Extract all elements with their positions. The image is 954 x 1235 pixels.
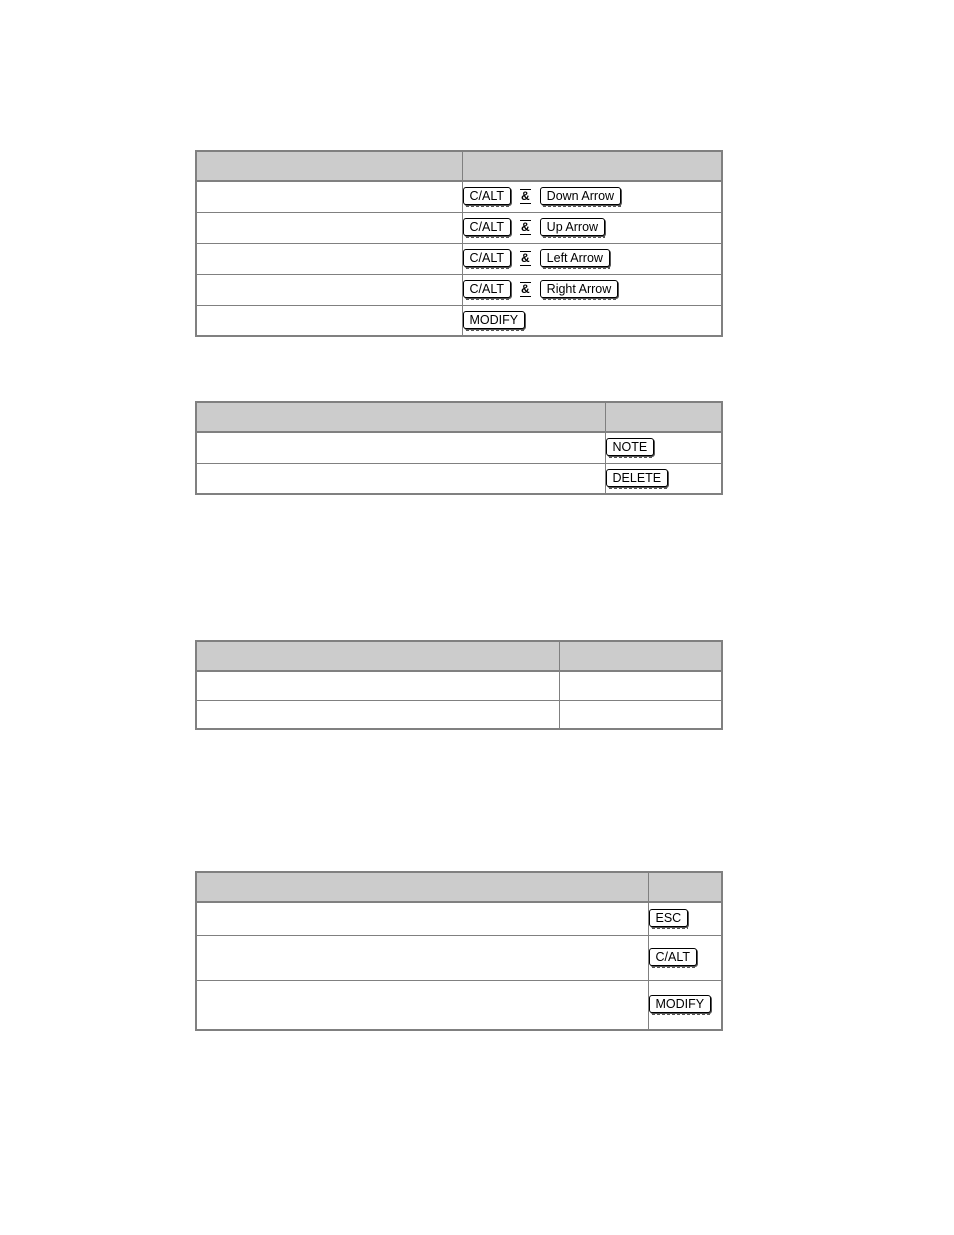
- key-sequence-cell: DELETE: [604, 462, 723, 495]
- table-row: [195, 670, 723, 701]
- table-row: NOTE: [195, 431, 723, 464]
- key-combo-separator: &: [520, 220, 531, 235]
- column-header-2: [604, 401, 723, 433]
- table-row: C/ALT & Left Arrow: [195, 242, 723, 275]
- table-header-row: [195, 871, 723, 903]
- key-sequence-cell: C/ALT: [647, 934, 723, 981]
- action-description-cell: [195, 431, 606, 464]
- keycap-up-arrow[interactable]: Up Arrow: [539, 218, 606, 238]
- key-sequence: C/ALT & Down Arrow: [462, 186, 722, 208]
- keycap-c-alt[interactable]: C/ALT: [462, 218, 511, 238]
- table-row: C/ALT & Right Arrow: [195, 273, 723, 306]
- keycap-c-alt[interactable]: C/ALT: [648, 948, 697, 968]
- keycap-c-alt[interactable]: C/ALT: [462, 187, 511, 208]
- key-sequence: C/ALT: [648, 947, 722, 968]
- action-description-cell: [195, 273, 463, 306]
- empty-shortcuts-table: [195, 640, 723, 730]
- action-description-cell: [195, 242, 463, 275]
- action-description-cell: [195, 180, 463, 213]
- action-description-cell: [195, 979, 649, 1031]
- table-row: ESC: [195, 901, 723, 936]
- table-row: DELETE: [195, 462, 723, 495]
- table-row: MODIFY: [195, 304, 723, 337]
- table-row: C/ALT & Up Arrow: [195, 211, 723, 244]
- key-sequence-cell: NOTE: [604, 431, 723, 464]
- document-page: C/ALT & Down Arrow C/ALT & Up Arrow C/ALT & Left…: [0, 0, 954, 1235]
- key-sequence-cell: C/ALT & Down Arrow: [461, 180, 723, 213]
- keycap-right-arrow[interactable]: Right Arrow: [539, 280, 619, 300]
- key-sequence: C/ALT & Up Arrow: [462, 217, 722, 238]
- navigation-shortcuts-table: C/ALT & Down Arrow C/ALT & Up Arrow C/ALT & Left…: [195, 150, 723, 337]
- note-delete-shortcuts-table: NOTE DELETE: [195, 401, 723, 495]
- action-description-cell: [195, 699, 560, 730]
- table-row: C/ALT & Down Arrow: [195, 180, 723, 213]
- key-sequence-cell: C/ALT & Left Arrow: [461, 242, 723, 275]
- keycap-c-alt[interactable]: C/ALT: [462, 280, 511, 300]
- key-sequence-cell: [558, 670, 723, 701]
- table-header-row: [195, 640, 723, 672]
- keycap-c-alt[interactable]: C/ALT: [462, 249, 511, 269]
- keycap-modify[interactable]: MODIFY: [648, 995, 712, 1016]
- key-sequence: MODIFY: [462, 310, 722, 331]
- keycap-esc[interactable]: ESC: [648, 909, 689, 930]
- column-header-2: [647, 871, 723, 903]
- table-row: MODIFY: [195, 979, 723, 1031]
- keycap-delete[interactable]: DELETE: [605, 468, 669, 489]
- table-header-row: [195, 401, 723, 433]
- key-sequence: ESC: [648, 908, 722, 930]
- table-row: [195, 699, 723, 730]
- keycap-note[interactable]: NOTE: [605, 438, 655, 459]
- key-combo-separator: &: [520, 251, 531, 266]
- action-description-cell: [195, 462, 606, 495]
- column-header-1: [195, 871, 649, 903]
- column-header-2: [461, 150, 723, 182]
- key-sequence-cell: C/ALT & Right Arrow: [461, 273, 723, 306]
- key-sequence: C/ALT & Left Arrow: [462, 248, 722, 269]
- action-description-cell: [195, 934, 649, 981]
- table-row: C/ALT: [195, 934, 723, 981]
- key-sequence-cell: MODIFY: [461, 304, 723, 337]
- key-sequence: MODIFY: [648, 994, 722, 1016]
- table-header-row: [195, 150, 723, 182]
- action-description-cell: [195, 670, 560, 701]
- key-sequence: DELETE: [605, 468, 722, 489]
- key-sequence-cell: ESC: [647, 901, 723, 936]
- keycap-left-arrow[interactable]: Left Arrow: [539, 249, 611, 269]
- key-sequence-cell: C/ALT & Up Arrow: [461, 211, 723, 244]
- column-header-1: [195, 640, 560, 672]
- action-description-cell: [195, 211, 463, 244]
- key-sequence: C/ALT & Right Arrow: [462, 279, 722, 300]
- column-header-2: [558, 640, 723, 672]
- action-description-cell: [195, 304, 463, 337]
- keycap-down-arrow[interactable]: Down Arrow: [539, 187, 622, 208]
- action-description-cell: [195, 901, 649, 936]
- column-header-1: [195, 150, 463, 182]
- key-sequence-cell: [558, 699, 723, 730]
- key-sequence: NOTE: [605, 437, 722, 459]
- column-header-1: [195, 401, 606, 433]
- key-combo-separator: &: [520, 189, 531, 205]
- escape-modify-shortcuts-table: ESC C/ALT MODIFY: [195, 871, 723, 1031]
- key-combo-separator: &: [520, 282, 531, 297]
- key-sequence-cell: MODIFY: [647, 979, 723, 1031]
- keycap-modify[interactable]: MODIFY: [462, 310, 526, 331]
